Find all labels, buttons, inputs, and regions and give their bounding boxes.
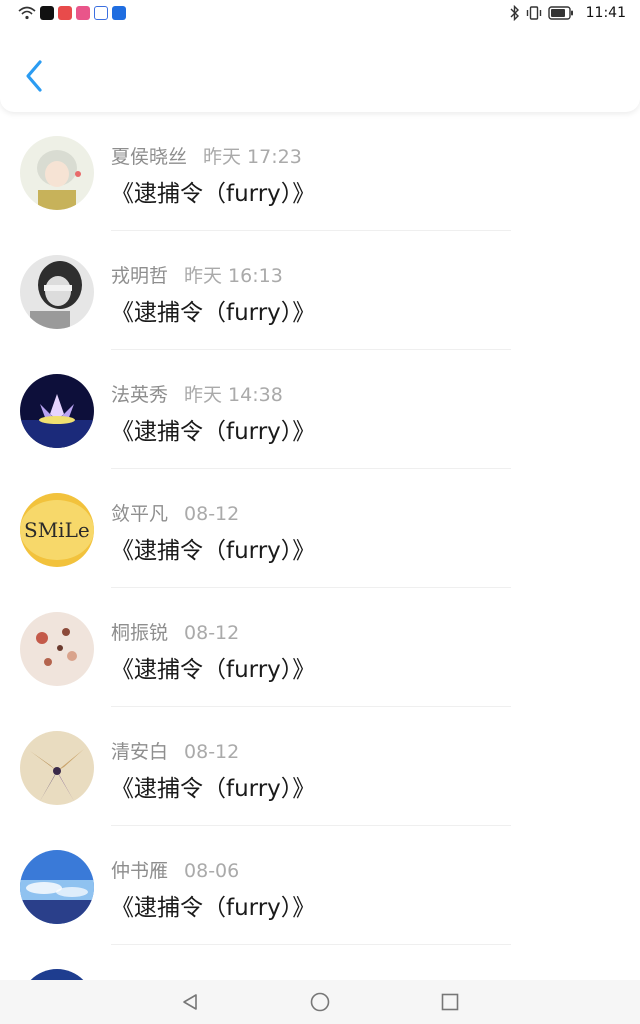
item-title: 《逮捕令（furry）》: [111, 538, 316, 564]
bluetooth-icon: [510, 5, 519, 21]
item-time: 08-12: [184, 741, 240, 763]
item-time: 昨天 14:38: [184, 384, 283, 406]
item-title: 《逮捕令（furry）》: [111, 181, 316, 207]
navigation-bar: [0, 980, 640, 1024]
avatar: [20, 612, 94, 686]
list-item[interactable]: SMiLe 敛平凡 08-12 《逮捕令（furry）》: [0, 469, 640, 588]
item-meta: 仲书雁 08-06: [111, 856, 239, 883]
square-recents-icon: [441, 993, 459, 1011]
item-time: 08-12: [184, 622, 240, 644]
wifi-icon: [18, 6, 36, 20]
status-icons-left: [18, 6, 126, 20]
app-icon-blue: [112, 6, 126, 20]
back-button[interactable]: [18, 56, 52, 96]
message-list: 夏侯晓丝 昨天 17:23 《逮捕令（furry）》 戎明哲 昨天 16:13 《逮…: [0, 112, 640, 1024]
list-item[interactable]: 法英秀 昨天 14:38 《逮捕令（furry）》: [0, 350, 640, 469]
circle-home-icon: [310, 992, 330, 1012]
app-icon-pink: [76, 6, 90, 20]
list-item[interactable]: 仲书雁 08-06 《逮捕令（furry）》: [0, 826, 640, 945]
item-time: 昨天 17:23: [203, 146, 302, 168]
item-meta: 法英秀 昨天 14:38: [111, 380, 283, 407]
nav-recents-button[interactable]: [437, 989, 463, 1015]
vibrate-icon: [526, 6, 541, 20]
triangle-back-icon: [183, 994, 197, 1010]
item-title: 《逮捕令（furry）》: [111, 776, 316, 802]
list-item[interactable]: 戎明哲 昨天 16:13 《逮捕令（furry）》: [0, 231, 640, 350]
item-title: 《逮捕令（furry）》: [111, 300, 316, 326]
item-time: 08-12: [184, 503, 240, 525]
item-title: 《逮捕令（furry）》: [111, 895, 316, 921]
status-bar: 11:41: [0, 0, 640, 30]
list-item[interactable]: 夏侯晓丝 昨天 17:23 《逮捕令（furry）》: [0, 112, 640, 231]
tiktok-icon: [40, 6, 54, 20]
battery-icon: [547, 6, 573, 20]
avatar: [20, 850, 94, 924]
item-time: 08-06: [184, 860, 240, 882]
avatar: [20, 136, 94, 210]
avatar: [20, 255, 94, 329]
sender-name: 仲书雁: [111, 860, 169, 882]
avatar: [20, 731, 94, 805]
sender-name: 敛平凡: [111, 503, 169, 525]
list-item[interactable]: 清安白 08-12 《逮捕令（furry）》: [0, 707, 640, 826]
sender-name: 夏侯晓丝: [111, 146, 188, 168]
sender-name: 桐振锐: [111, 622, 169, 644]
status-icons-right: 11:41: [510, 5, 626, 21]
status-time: 11:41: [585, 5, 626, 21]
item-meta: 清安白 08-12: [111, 737, 239, 764]
avatar: [20, 374, 94, 448]
item-time: 昨天 16:13: [184, 265, 283, 287]
baidu-icon: [94, 6, 108, 20]
item-meta: 夏侯晓丝 昨天 17:23: [111, 142, 302, 169]
nav-home-button[interactable]: [307, 989, 333, 1015]
sender-name: 清安白: [111, 741, 169, 763]
app-icon-red: [58, 6, 72, 20]
item-title: 《逮捕令（furry）》: [111, 419, 316, 445]
nav-back-button[interactable]: [177, 989, 203, 1015]
item-title: 《逮捕令（furry）》: [111, 657, 316, 683]
chevron-left-icon: [26, 60, 42, 92]
svg-text:SMiLe: SMiLe: [24, 518, 90, 542]
item-meta: 桐振锐 08-12: [111, 618, 239, 645]
item-meta: 敛平凡 08-12: [111, 499, 239, 526]
avatar: SMiLe: [20, 493, 94, 567]
sender-name: 戎明哲: [111, 265, 169, 287]
item-meta: 戎明哲 昨天 16:13: [111, 261, 283, 288]
list-item[interactable]: 桐振锐 08-12 《逮捕令（furry）》: [0, 588, 640, 707]
sender-name: 法英秀: [111, 384, 169, 406]
